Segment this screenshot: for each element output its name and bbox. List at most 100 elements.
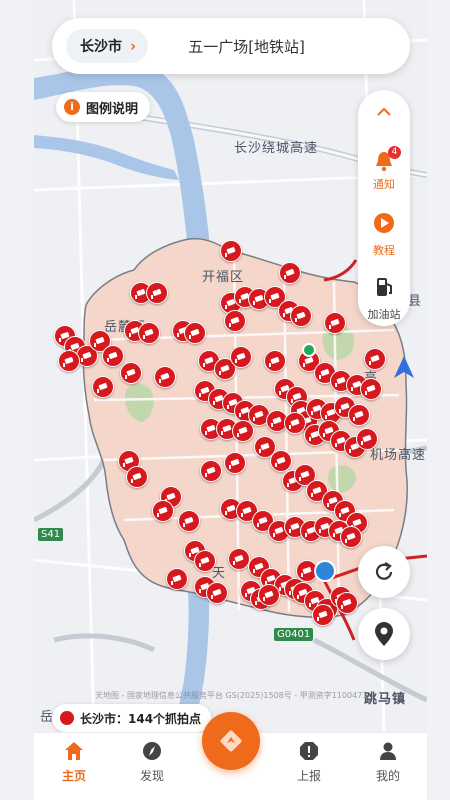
camera-icon	[224, 310, 246, 332]
locate-button[interactable]	[358, 608, 410, 660]
camera-pin[interactable]	[356, 428, 378, 452]
camera-icon	[92, 376, 114, 398]
chevron-right-icon: ›	[130, 37, 137, 55]
camera-pin[interactable]	[194, 550, 216, 574]
check-marker-icon	[302, 343, 316, 357]
map-label-kaifu: 开福区	[202, 270, 245, 285]
camera-pin[interactable]	[258, 584, 280, 608]
camera-pin[interactable]	[206, 582, 228, 606]
camera-icon	[264, 350, 286, 372]
nav-report[interactable]: 上报	[279, 741, 339, 784]
camera-icon	[58, 350, 80, 372]
camera-icon	[312, 604, 334, 626]
play-icon	[374, 213, 394, 233]
map-label-xian: 县	[408, 294, 423, 309]
camera-pin[interactable]	[138, 322, 160, 346]
camera-pin[interactable]	[184, 322, 206, 346]
nav-discover-label: 发现	[139, 769, 164, 783]
app-root: 长沙绕城高速 开福区 岳麓区 机场高速 天 县 高 岳 跳马镇 S41 G040…	[0, 0, 450, 800]
gas-station-label: 加油站	[367, 308, 401, 321]
camera-pin[interactable]	[152, 500, 174, 524]
tutorial-label: 教程	[373, 244, 395, 257]
camera-pin[interactable]	[264, 350, 286, 374]
nav-mine[interactable]: 我的	[358, 741, 418, 784]
nav-home[interactable]: 主页	[44, 741, 104, 784]
camera-pin[interactable]	[120, 362, 142, 386]
camera-icon	[200, 460, 222, 482]
nav-discover[interactable]: 发现	[122, 741, 182, 784]
camera-pin[interactable]	[228, 548, 250, 572]
blue-marker-icon	[314, 560, 336, 582]
user-location-icon	[394, 356, 414, 378]
search-query[interactable]: 五一广场[地铁站]	[188, 36, 305, 57]
camera-pin-icon	[60, 711, 74, 725]
camera-pin[interactable]	[360, 378, 382, 402]
camera-count: 长沙市：144个抓拍点	[52, 704, 212, 732]
gas-station-button[interactable]: 加油站	[358, 276, 410, 322]
camera-pin[interactable]	[230, 346, 252, 370]
camera-icon	[279, 262, 301, 284]
chevron-up-icon	[377, 107, 391, 116]
refresh-button[interactable]	[358, 546, 410, 598]
camera-pin[interactable]	[324, 312, 346, 336]
camera-pin[interactable]	[336, 592, 358, 616]
refresh-icon	[375, 562, 393, 580]
notice-button[interactable]: 4 通知	[358, 146, 410, 192]
camera-pin[interactable]	[348, 404, 370, 428]
person-icon	[380, 742, 396, 760]
nav-report-label: 上报	[296, 769, 321, 783]
camera-icon	[290, 305, 312, 327]
camera-pin[interactable]	[154, 366, 176, 390]
camera-pin[interactable]	[224, 310, 246, 334]
nav-home-label: 主页	[61, 769, 86, 783]
legend-button[interactable]: i 图例说明	[56, 92, 151, 122]
camera-pin[interactable]	[364, 348, 386, 372]
camera-pin[interactable]	[232, 420, 254, 444]
city-selector[interactable]: 长沙市 ›	[66, 29, 149, 63]
camera-pin[interactable]	[58, 350, 80, 374]
camera-pin[interactable]	[126, 466, 148, 490]
camera-pin[interactable]	[284, 412, 306, 436]
location-pin-icon	[375, 622, 393, 646]
camera-icon	[178, 510, 200, 532]
camera-pin[interactable]	[340, 526, 362, 550]
camera-icon	[126, 466, 148, 488]
camera-icon	[228, 548, 250, 570]
collapse-button[interactable]	[358, 102, 410, 121]
camera-pin[interactable]	[92, 376, 114, 400]
camera-icon	[154, 366, 176, 388]
camera-pin[interactable]	[178, 510, 200, 534]
camera-pin[interactable]	[220, 240, 242, 264]
camera-icon	[284, 412, 306, 434]
home-icon	[65, 742, 83, 760]
camera-pin[interactable]	[279, 262, 301, 286]
camera-icon	[224, 452, 246, 474]
camera-icon	[220, 240, 242, 262]
tool-panel: 4 通知 教程 加油站	[358, 90, 410, 326]
camera-icon	[194, 550, 216, 572]
navigate-fab[interactable]	[202, 712, 260, 770]
camera-pin[interactable]	[312, 604, 334, 628]
camera-pin[interactable]	[166, 568, 188, 592]
legend-label: 图例说明	[86, 101, 139, 117]
camera-icon	[324, 312, 346, 334]
info-icon: i	[64, 99, 80, 115]
camera-icon	[146, 282, 168, 304]
camera-icon	[184, 322, 206, 344]
alert-icon	[300, 742, 318, 760]
camera-icon	[230, 346, 252, 368]
camera-pin[interactable]	[200, 460, 222, 484]
camera-icon	[270, 450, 292, 472]
map-label-tiaoma: 跳马镇	[364, 692, 407, 707]
camera-pin[interactable]	[224, 452, 246, 476]
camera-icon	[348, 404, 370, 426]
camera-icon	[152, 500, 174, 522]
tutorial-button[interactable]: 教程	[358, 212, 410, 258]
camera-pin[interactable]	[290, 305, 312, 329]
gas-pump-icon	[377, 278, 392, 296]
search-bar[interactable]: 长沙市 › 五一广场[地铁站]	[52, 18, 410, 74]
camera-pin[interactable]	[146, 282, 168, 306]
camera-icon	[356, 428, 378, 450]
notice-label: 通知	[373, 178, 395, 191]
camera-icon	[364, 348, 386, 370]
